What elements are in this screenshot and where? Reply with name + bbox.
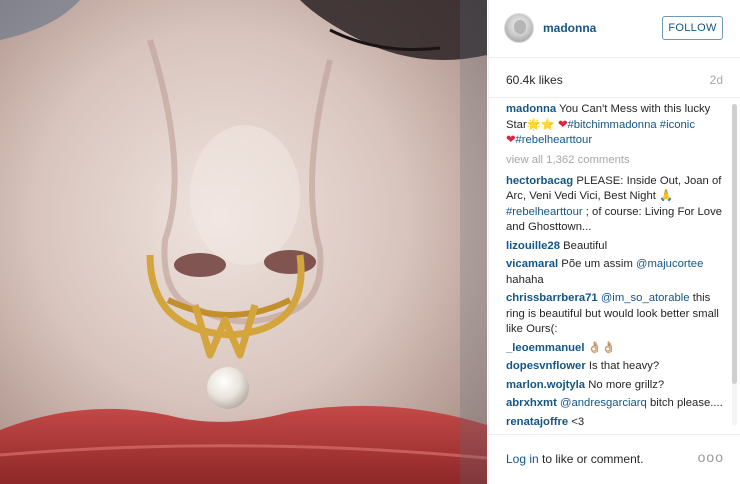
post-username[interactable]: madonna (543, 21, 596, 35)
post-photo[interactable] (0, 0, 487, 484)
comment-hashtag[interactable]: #rebelhearttour (506, 206, 583, 218)
post-header: madonna FOLLOW (489, 0, 740, 58)
comment-username[interactable]: chrissbarrbera71 (506, 292, 598, 304)
comment-text: Beautiful (563, 239, 608, 252)
login-prompt: Log in to like or comment. (506, 452, 643, 466)
post-footer: Log in to like or comment. ooo (489, 434, 740, 484)
more-options-icon[interactable]: ooo (698, 449, 724, 465)
comment: dopesvnflower Is that heavy? (506, 359, 726, 375)
comment: abrxhxmt @andresgarciarq bitch please...… (506, 396, 726, 412)
comment-username[interactable]: lizouille28 (506, 240, 560, 252)
comment-text: Is that heavy? (588, 360, 660, 372)
hashtag-iconic[interactable]: #iconic (660, 119, 695, 131)
comment: hectorbacag PLEASE: Inside Out, Joan of … (506, 174, 726, 236)
hashtag-rebelhearttour[interactable]: #rebelhearttour (515, 134, 592, 146)
comment-text: <3 (571, 415, 585, 428)
comment-username[interactable]: hectorbacag (506, 175, 573, 187)
comment-mention[interactable]: @majucortee (636, 258, 703, 270)
avatar[interactable] (504, 13, 534, 43)
post-side-panel: madonna FOLLOW 60.4k likes 2d madonna Yo… (488, 0, 740, 484)
pearl (207, 367, 249, 409)
caption: madonna You Can't Mess with this lucky S… (506, 102, 726, 149)
scrollbar-thumb[interactable] (732, 104, 737, 384)
comment-username[interactable]: renatajoffre (506, 416, 568, 428)
post-age[interactable]: 2d (710, 73, 723, 87)
login-text: to like or comment. (538, 452, 644, 466)
follow-button[interactable]: FOLLOW (662, 16, 723, 40)
comment: renatajoffre <3 (506, 415, 726, 431)
comment: chrissbarrbera71 @im_so_atorable this ri… (506, 291, 726, 338)
comment-text: 👌🏼👌🏼 (587, 341, 616, 354)
comment: vicamaral Põe um assim @majucortee hahah… (506, 257, 726, 288)
view-all-comments-link[interactable]: view all 1,362 comments (506, 153, 726, 168)
caption-username[interactable]: madonna (506, 103, 556, 115)
likes-count[interactable]: 60.4k likes (506, 73, 563, 87)
comment-text: Põe um assim (561, 258, 636, 270)
comment-mention[interactable]: @im_so_atorable (601, 292, 690, 304)
comment-username[interactable]: vicamaral (506, 258, 558, 270)
star-emoji: 🌟⭐ (526, 118, 555, 131)
comment-username[interactable]: _leoemmanuel (506, 342, 584, 354)
comment-username[interactable]: abrxhxmt (506, 397, 557, 409)
comment: marlon.wojtyla No more grillz? (506, 378, 726, 394)
login-link[interactable]: Log in (506, 452, 539, 466)
nose-highlight (190, 125, 300, 265)
comments-scrollbar[interactable] (732, 104, 737, 426)
comments-list: madonna You Can't Mess with this lucky S… (506, 102, 726, 432)
comment-text: No more grillz? (588, 378, 665, 391)
comment-text-after: hahaha (506, 273, 544, 286)
comment-text-after: bitch please.... (646, 397, 723, 409)
comment-username[interactable]: marlon.wojtyla (506, 379, 585, 391)
septum-ring-photo (0, 0, 487, 484)
comment-mention[interactable]: @andresgarciarq (560, 397, 647, 409)
comment: lizouille28 Beautiful (506, 239, 726, 255)
comment-username[interactable]: dopesvnflower (506, 360, 586, 372)
comment: _leoemmanuel 👌🏼👌🏼 (506, 341, 726, 357)
hashtag-bitchimmadonna[interactable]: #bitchimmadonna (567, 119, 656, 131)
instagram-post-embed: madonna FOLLOW 60.4k likes 2d madonna Yo… (0, 0, 740, 484)
post-meta: 60.4k likes 2d (489, 58, 740, 98)
